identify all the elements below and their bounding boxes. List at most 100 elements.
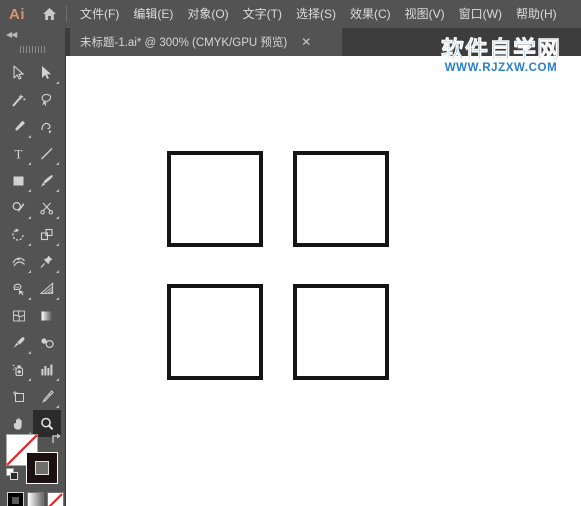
menu-select[interactable]: 选择(S) — [289, 0, 343, 28]
free-transform-tool[interactable] — [33, 248, 61, 275]
mesh-tool[interactable] — [5, 302, 33, 329]
default-fill-stroke-icon[interactable] — [6, 468, 19, 481]
line-segment-tool[interactable] — [33, 140, 61, 167]
square-top-left[interactable] — [167, 151, 263, 247]
tool-more-indicator-icon — [28, 297, 31, 300]
document-tab-bar: 未标题-1.ai* @ 300% (CMYK/GPU 预览) ✕ — [0, 28, 581, 56]
curvature-tool[interactable] — [33, 113, 61, 140]
blend-tool[interactable] — [33, 329, 61, 356]
hand-tool[interactable] — [5, 410, 33, 437]
blend-circles-icon — [39, 335, 55, 351]
rectangle-icon — [11, 173, 27, 189]
type-tool[interactable]: T — [5, 140, 33, 167]
hand-icon — [11, 416, 27, 432]
artboard-tool[interactable] — [5, 383, 33, 410]
square-bottom-left[interactable] — [167, 284, 263, 380]
rotate-tool[interactable] — [5, 221, 33, 248]
lasso-tool[interactable] — [33, 86, 61, 113]
scale-tool[interactable] — [33, 221, 61, 248]
scissors-icon — [39, 200, 55, 216]
tool-more-indicator-icon — [56, 405, 59, 408]
swap-fill-stroke-icon[interactable] — [50, 432, 64, 446]
menu-window[interactable]: 窗口(W) — [452, 0, 509, 28]
menu-object[interactable]: 对象(O) — [180, 0, 235, 28]
tool-more-indicator-icon — [56, 270, 59, 273]
illustrator-window: Ai 文件(F) 编辑(E) 对象(O) 文字(T) 选择(S) 效果(C) 视图(V) 窗口… — [0, 0, 581, 506]
pen-nib-icon — [11, 119, 27, 135]
perspective-grid-icon — [39, 281, 55, 297]
tool-more-indicator-icon — [28, 135, 31, 138]
solid-color-icon[interactable] — [7, 492, 24, 506]
tool-more-indicator-icon — [56, 297, 59, 300]
fill-mode-buttons — [7, 492, 64, 506]
menu-effect[interactable]: 效果(C) — [343, 0, 398, 28]
svg-text:T: T — [15, 146, 23, 161]
close-icon[interactable]: ✕ — [301, 36, 311, 48]
lasso-icon — [39, 92, 55, 108]
text-t-icon: T — [11, 146, 27, 162]
slice-knife-icon — [39, 389, 55, 405]
scale-box-icon — [39, 227, 55, 243]
magic-wand-tool[interactable] — [5, 86, 33, 113]
arrow-cursor-icon — [11, 64, 27, 81]
tool-more-indicator-icon — [56, 216, 59, 219]
curvature-icon — [39, 119, 55, 135]
tool-more-indicator-icon — [28, 270, 31, 273]
menu-edit[interactable]: 编辑(E) — [126, 0, 180, 28]
width-tool[interactable] — [5, 248, 33, 275]
rotate-arrow-icon — [11, 227, 27, 243]
menu-file[interactable]: 文件(F) — [73, 0, 126, 28]
white-arrow-cursor-icon — [39, 65, 55, 81]
tool-more-indicator-icon — [28, 378, 31, 381]
gradient-fill-icon[interactable] — [27, 492, 44, 506]
line-diagonal-icon — [39, 146, 55, 162]
shaper-pencil-icon — [11, 200, 27, 216]
none-fill-icon[interactable] — [47, 492, 64, 506]
paintbrush-icon — [39, 173, 55, 189]
menu-help[interactable]: 帮助(H) — [509, 0, 564, 28]
tool-more-indicator-icon — [28, 351, 31, 354]
stroke-swatch[interactable] — [26, 452, 58, 484]
home-icon[interactable] — [34, 0, 64, 28]
shaper-tool[interactable] — [5, 194, 33, 221]
shape-builder-icon — [11, 281, 27, 297]
direct-selection-tool[interactable] — [33, 59, 61, 86]
panel-drag-grip[interactable] — [0, 42, 65, 56]
menu-bar: Ai 文件(F) 编辑(E) 对象(O) 文字(T) 选择(S) 效果(C) 视图(V) 窗口… — [0, 0, 581, 28]
gradient-tool[interactable] — [33, 302, 61, 329]
tool-more-indicator-icon — [28, 189, 31, 192]
column-graph-tool[interactable] — [33, 356, 61, 383]
document-tab[interactable]: 未标题-1.ai* @ 300% (CMYK/GPU 预览) ✕ — [70, 28, 342, 56]
width-warp-icon — [11, 254, 27, 270]
symbol-sprayer-icon — [11, 362, 27, 378]
pen-tool[interactable] — [5, 113, 33, 140]
menu-separator — [66, 6, 67, 22]
eyedropper-tool[interactable] — [5, 329, 33, 356]
app-logo-icon: Ai — [9, 5, 25, 23]
bar-chart-icon — [39, 362, 55, 378]
perspective-grid-tool[interactable] — [33, 275, 61, 302]
tool-more-indicator-icon — [56, 162, 59, 165]
artboard-canvas[interactable] — [66, 56, 581, 506]
collapse-panel-icon[interactable]: ◀◀ — [0, 28, 65, 42]
eyedropper-icon — [11, 335, 27, 351]
selection-tool[interactable] — [5, 59, 33, 86]
menu-view[interactable]: 视图(V) — [398, 0, 452, 28]
tool-more-indicator-icon — [28, 243, 31, 246]
square-top-right[interactable] — [293, 151, 389, 247]
pushpin-icon — [39, 254, 55, 270]
tool-more-indicator-icon — [28, 216, 31, 219]
shape-builder-tool[interactable] — [5, 275, 33, 302]
tool-more-indicator-icon — [56, 81, 59, 84]
menu-type[interactable]: 文字(T) — [236, 0, 289, 28]
paintbrush-tool[interactable] — [33, 167, 61, 194]
gradient-icon — [39, 308, 55, 324]
fill-stroke-controls — [6, 432, 64, 484]
square-bottom-right[interactable] — [293, 284, 389, 380]
slice-tool[interactable] — [33, 383, 61, 410]
document-tab-title: 未标题-1.ai* @ 300% (CMYK/GPU 预览) — [80, 37, 288, 49]
magnifier-icon — [39, 416, 55, 432]
symbol-sprayer-tool[interactable] — [5, 356, 33, 383]
rectangle-tool[interactable] — [5, 167, 33, 194]
scissors-tool[interactable] — [33, 194, 61, 221]
